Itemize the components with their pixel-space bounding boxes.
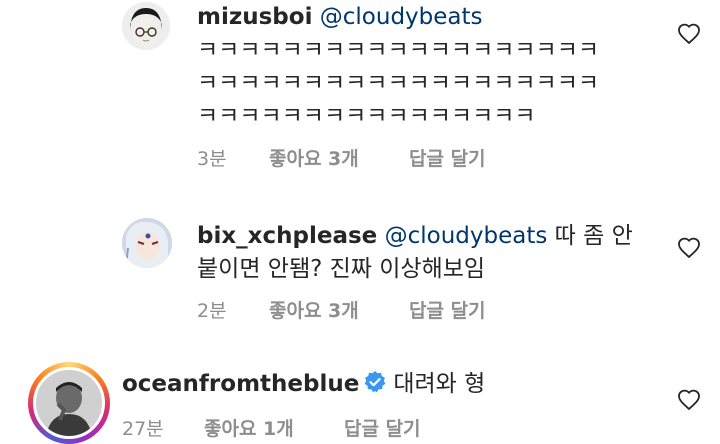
likes-count[interactable]: 좋아요 1개 — [204, 414, 294, 441]
comment-text-part: 대려와 형 — [393, 371, 486, 397]
timestamp: 2분 — [197, 300, 227, 322]
comment-1: mizusboi @cloudybeats ㅋㅋㅋㅋㅋㅋㅋㅋㅋㅋㅋㅋㅋㅋㅋㅋㅋㅋ… — [0, 0, 720, 190]
comment-text-part: 따 좀 안 — [554, 223, 633, 249]
timestamp: 27분 — [122, 418, 164, 440]
likes-count[interactable]: 좋아요 3개 — [269, 296, 359, 323]
likes-count[interactable]: 좋아요 3개 — [269, 144, 359, 171]
comment-text-line: 붙이면 안됌? 진짜 이상해보임 — [197, 256, 486, 282]
heart-icon[interactable] — [676, 388, 702, 412]
username[interactable]: mizusboi — [197, 4, 312, 30]
comment-text-line: ㅋㅋㅋㅋㅋㅋㅋㅋㅋㅋㅋㅋㅋㅋㅋㅋㅋㅋㅋ — [197, 37, 600, 63]
timestamp: 3분 — [197, 148, 227, 170]
avatar[interactable] — [122, 218, 172, 268]
reply-button[interactable]: 답글 달기 — [409, 296, 486, 323]
comment-text-line: ㅋㅋㅋㅋㅋㅋㅋㅋㅋㅋㅋㅋㅋㅋㅋㅋㅋㅋㅋ — [197, 70, 600, 96]
verified-badge-icon — [364, 371, 386, 393]
comment-text: oceanfromtheblue 대려와 형 — [122, 368, 485, 401]
reply-button[interactable]: 답글 달기 — [409, 144, 486, 171]
avatar[interactable] — [33, 367, 105, 439]
mention-link[interactable]: @cloudybeats — [320, 4, 483, 30]
comment-text-line: ㅋㅋㅋㅋㅋㅋㅋㅋㅋㅋㅋㅋㅋㅋㅋㅋ — [197, 103, 536, 129]
username[interactable]: bix_xchplease — [197, 223, 377, 249]
reply-button[interactable]: 답글 달기 — [344, 414, 421, 441]
heart-icon[interactable] — [676, 22, 702, 46]
comment-text: bix_xchplease @cloudybeats 따 좀 안 — [197, 220, 633, 253]
username[interactable]: oceanfromtheblue — [122, 371, 359, 397]
avatar[interactable] — [122, 2, 170, 50]
comment-3: oceanfromtheblue 대려와 형 27분 좋아요 1개 답글 달기 — [0, 350, 720, 444]
mention-link[interactable]: @cloudybeats — [385, 223, 548, 249]
comment-2: bix_xchplease @cloudybeats 따 좀 안 붙이면 안됌?… — [0, 190, 720, 350]
heart-icon[interactable] — [676, 236, 702, 260]
comment-text: mizusboi @cloudybeats — [197, 1, 599, 34]
